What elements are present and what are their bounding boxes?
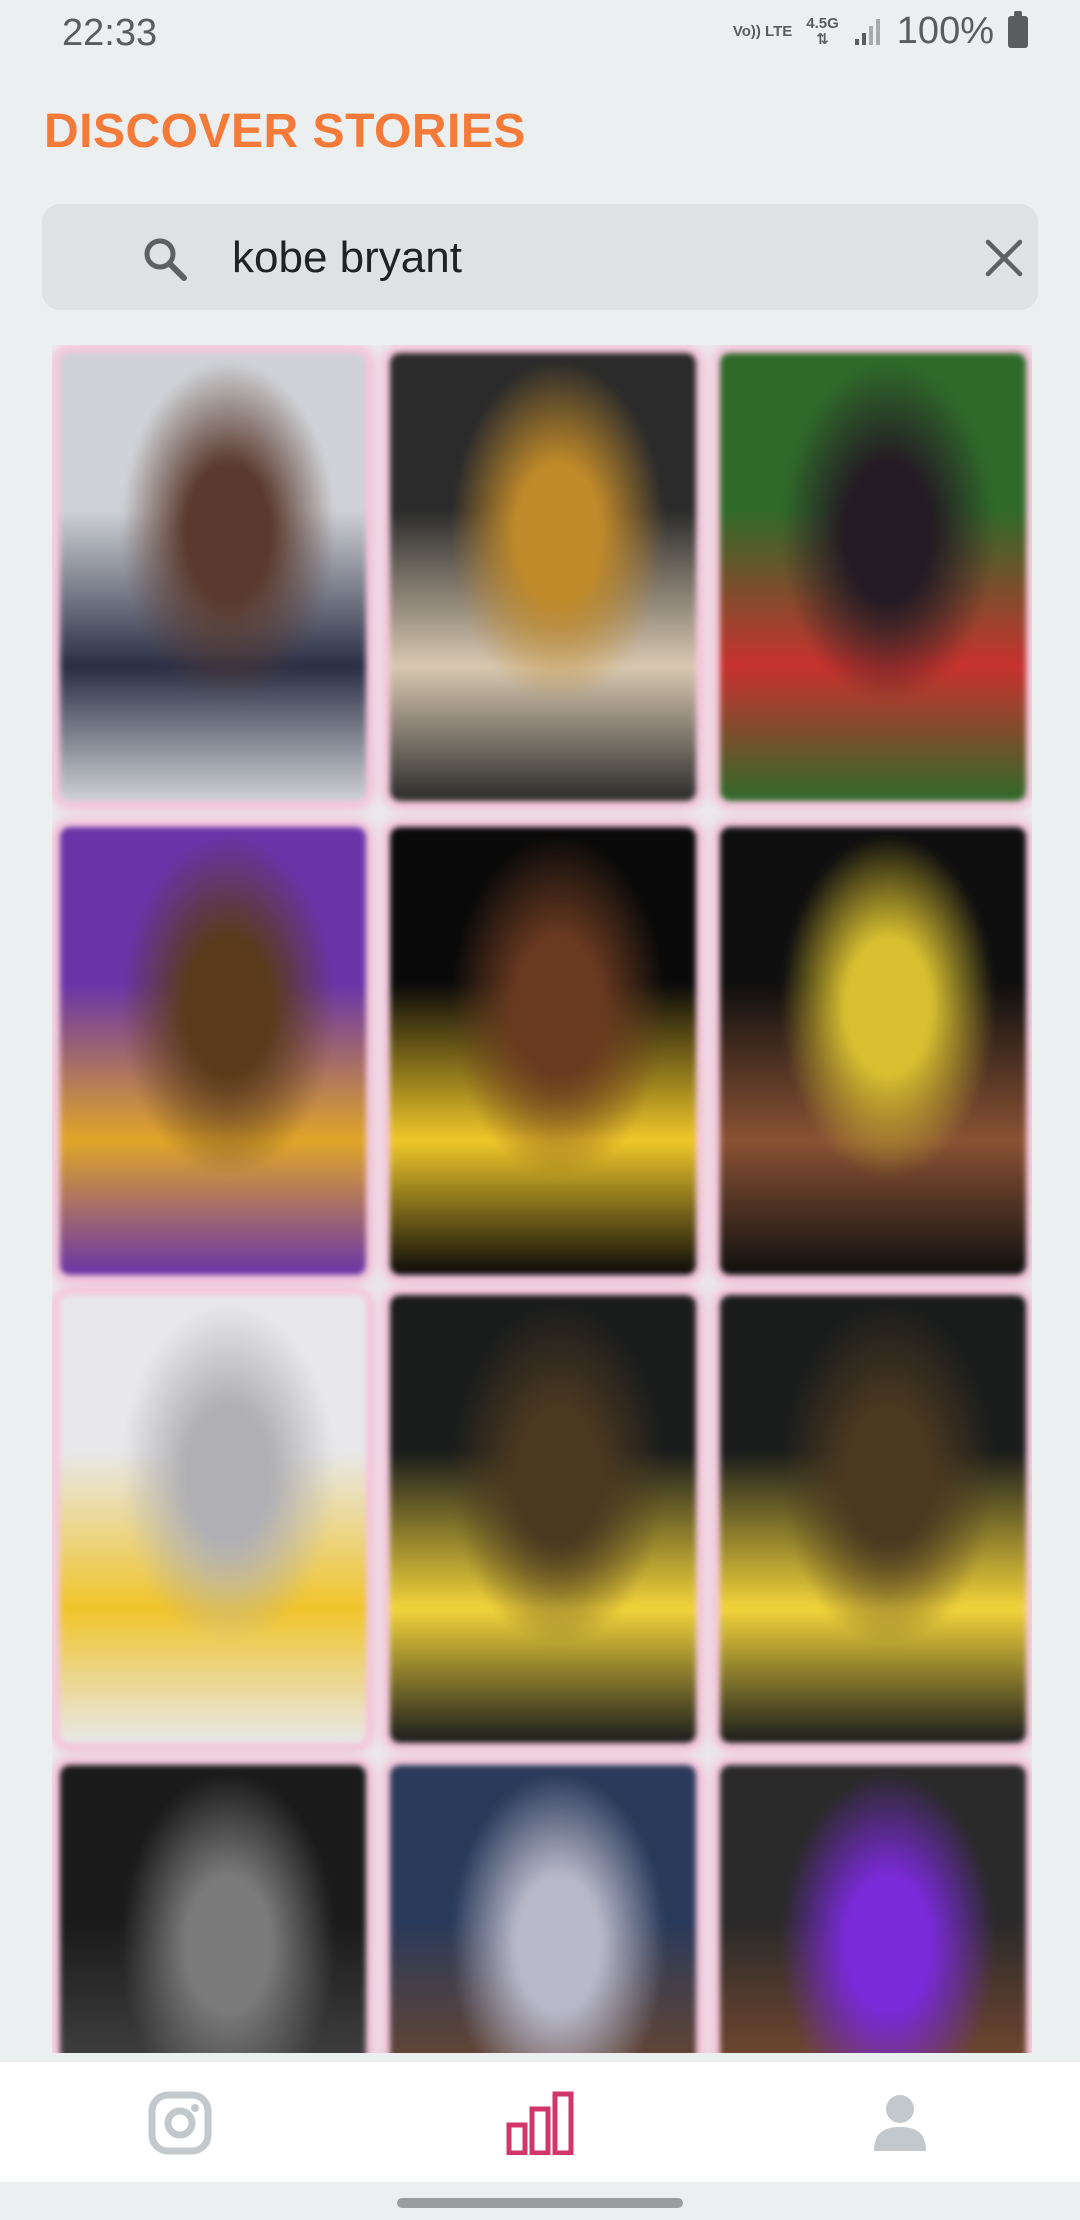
network-arrows: ⇅ [816,30,829,48]
nav-profile[interactable] [860,2088,940,2158]
close-icon[interactable] [982,236,1026,280]
story-card-1[interactable] [60,353,366,801]
network-label: 4.5G [806,14,839,32]
story-card-5[interactable] [390,827,696,1275]
story-card-10[interactable] [60,1765,366,2053]
instagram-icon [148,2091,212,2155]
network-arrows-icon: 4.5G ⇅ [806,14,839,48]
battery-percent: 100% [896,10,994,52]
status-bar: 22:33 Vo)) LTE 4.5G ⇅ 100% [0,0,1080,66]
search-bar[interactable] [42,204,1038,310]
story-card-3[interactable] [720,353,1026,801]
story-card-8[interactable] [390,1295,696,1743]
bar-chart-icon [506,2091,574,2155]
volte-label: Vo)) LTE [732,22,793,40]
story-card-4[interactable] [60,827,366,1275]
story-card-6[interactable] [720,827,1026,1275]
search-input[interactable] [232,228,932,288]
nav-instagram[interactable] [140,2088,220,2158]
signal-icon [854,18,880,45]
gesture-bar [0,2182,1080,2220]
page-title: DISCOVER STORIES [44,105,526,158]
story-card-2[interactable] [390,353,696,801]
story-card-7[interactable] [60,1295,366,1743]
discover-stories-screen: 22:33 Vo)) LTE 4.5G ⇅ 100% DISCOVER STOR… [0,0,1080,2220]
stories-grid [52,345,1032,2053]
profile-icon [874,2095,926,2151]
battery-icon [1008,10,1028,48]
status-icons: Vo)) LTE 4.5G ⇅ 100% [733,10,1028,53]
bottom-nav [0,2062,1080,2182]
home-indicator[interactable] [397,2198,683,2208]
search-icon[interactable] [142,236,188,282]
story-card-12[interactable] [720,1765,1026,2053]
nav-discover[interactable] [500,2088,580,2158]
status-time: 22:33 [62,12,158,54]
story-card-11[interactable] [390,1765,696,2053]
story-card-9[interactable] [720,1295,1026,1743]
volte-icon: Vo)) LTE [732,22,793,40]
